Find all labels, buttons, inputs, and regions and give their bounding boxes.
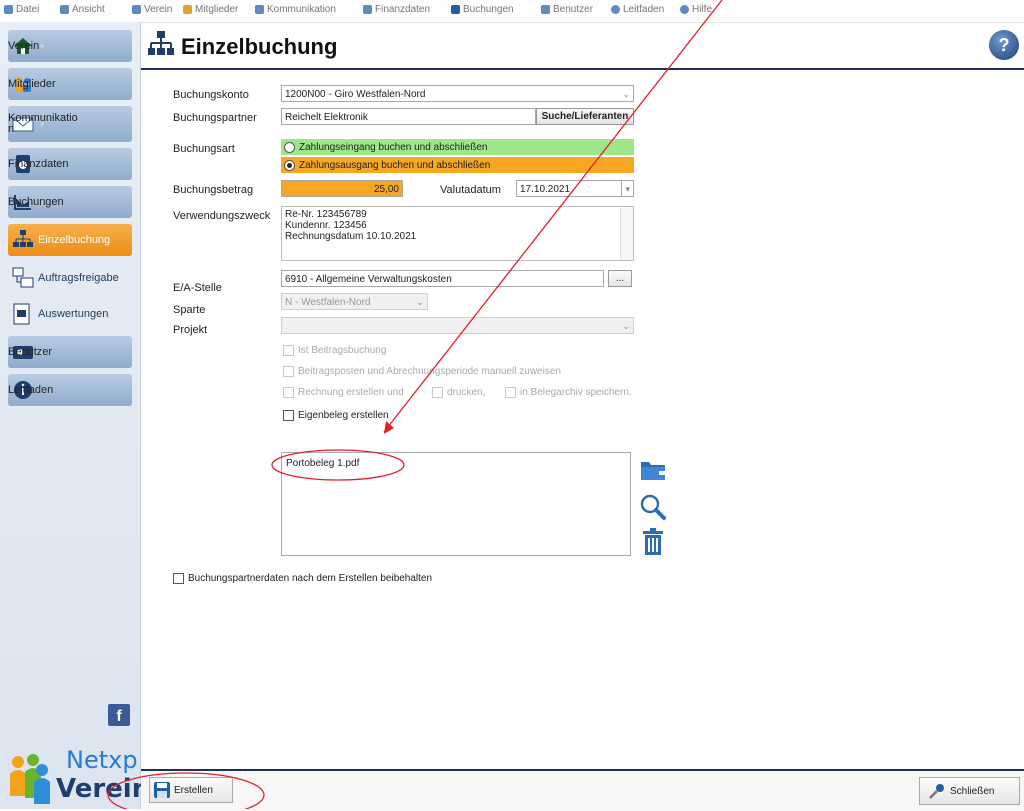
menu-mitglieder[interactable]: Mitglieder bbox=[183, 4, 238, 15]
eigenbeleg-checkbox[interactable]: Eigenbeleg erstellen bbox=[283, 410, 389, 421]
chevron-down-icon: ⌄ bbox=[622, 89, 630, 99]
sidebar-item-einzelbuchung[interactable]: Einzelbuchung bbox=[8, 224, 132, 256]
page-title: Einzelbuchung bbox=[181, 34, 338, 59]
trash-icon[interactable] bbox=[641, 528, 665, 556]
sidebar-item-benutzer[interactable]: Benutzer ▿ bbox=[8, 336, 132, 368]
buchungspartner-label: Buchungspartner bbox=[173, 112, 257, 124]
sidebar-item-leitfaden[interactable]: Leitfaden ▿ bbox=[8, 374, 132, 406]
valutadatum-label: Valutadatum bbox=[440, 184, 501, 196]
valutadatum-field[interactable]: 17.10.2021 ▾ bbox=[516, 180, 634, 197]
radio-unchecked-icon bbox=[284, 141, 295, 153]
bottom-bar: Erstellen Schließen bbox=[141, 769, 1024, 811]
menu-ansicht[interactable]: Ansicht bbox=[60, 4, 105, 15]
ea-stelle-browse-button[interactable]: ... bbox=[608, 270, 632, 287]
scrollbar[interactable] bbox=[620, 207, 633, 260]
user-icon bbox=[541, 5, 550, 14]
logo-figures-icon bbox=[10, 754, 50, 804]
annotation-arrowhead bbox=[384, 421, 394, 434]
attachment-list[interactable]: Portobeleg 1.pdf bbox=[281, 452, 631, 556]
projekt-select[interactable]: ⌄ bbox=[281, 317, 634, 334]
rechnung-erstellen-checkbox[interactable]: Rechnung erstellen und bbox=[283, 387, 404, 398]
sidebar-item-kommunikation[interactable]: Kommunikatio n ▿ bbox=[8, 106, 132, 142]
chart-icon bbox=[451, 5, 460, 14]
radio-checked-icon bbox=[284, 159, 295, 171]
sidebar: Verein ▿ Mitglieder ▿ Kommunikatio n ▿ Fina… bbox=[0, 22, 150, 809]
title-bar: Einzelbuchung ? bbox=[141, 26, 1024, 70]
home-icon bbox=[132, 5, 141, 14]
netxp-logo: Netxp Verein bbox=[0, 744, 150, 809]
sparte-label: Sparte bbox=[173, 304, 206, 316]
folder-icon[interactable] bbox=[639, 456, 667, 482]
sidebar-item-auftragsfreigabe[interactable]: Auftragsfreigabe bbox=[8, 262, 132, 294]
buchungskonto-label: Buchungskonto bbox=[173, 89, 249, 101]
attachment-item[interactable]: Portobeleg 1.pdf bbox=[286, 458, 359, 469]
help-icon bbox=[680, 5, 689, 14]
members-icon bbox=[183, 5, 192, 14]
sparte-select[interactable]: N - Westfalen-Nord ⌄ bbox=[281, 293, 428, 310]
chevron-down-icon: ⌄ bbox=[622, 321, 630, 331]
sidebar-item-auswertungen[interactable]: Auswertungen bbox=[8, 298, 132, 330]
facebook-icon[interactable]: f bbox=[108, 704, 130, 726]
info-icon bbox=[611, 5, 620, 14]
projekt-label: Projekt bbox=[173, 324, 208, 336]
erstellen-button[interactable]: Erstellen bbox=[149, 777, 233, 803]
report-icon bbox=[12, 303, 34, 325]
menu-hilfe[interactable]: Hilfe bbox=[680, 4, 712, 15]
sidebar-item-verein[interactable]: Verein ▿ bbox=[8, 30, 132, 62]
beitragsbuchung-checkbox[interactable]: Ist Beitragsbuchung bbox=[283, 345, 386, 356]
ea-stelle-label: E/A-Stelle bbox=[173, 282, 222, 294]
chevron-down-icon: ▾ bbox=[621, 181, 630, 196]
menu-kommunikation[interactable]: Kommunikation bbox=[255, 4, 336, 15]
approval-icon bbox=[12, 267, 34, 289]
verwendungszweck-textarea[interactable]: Re-Nr. 123456789 Kundennr. 123456 Rechnu… bbox=[281, 206, 634, 261]
abrechnungsperiode-checkbox[interactable]: Beitragsposten und Abrechnungsperiode ma… bbox=[283, 366, 561, 377]
buchungsbetrag-label: Buchungsbetrag bbox=[173, 184, 254, 196]
buchungskonto-select[interactable]: 1200N00 - Giro Westfalen-Nord ⌄ bbox=[281, 85, 634, 102]
save-icon bbox=[154, 782, 170, 798]
menu-benutzer[interactable]: Benutzer bbox=[541, 4, 593, 15]
sidebar-item-buchungen[interactable]: Buchungen ▿ bbox=[8, 186, 132, 218]
menu-buchungen[interactable]: Buchungen bbox=[451, 4, 514, 15]
search-icon[interactable] bbox=[639, 493, 667, 521]
booking-icon bbox=[148, 31, 174, 55]
menu-leitfaden[interactable]: Leitfaden bbox=[611, 4, 664, 15]
menu-verein[interactable]: Verein bbox=[132, 4, 172, 15]
chevron-down-icon: ⌄ bbox=[416, 297, 424, 307]
schliessen-button[interactable]: Schließen bbox=[919, 777, 1020, 805]
buchungsart-eingang-radio[interactable]: Zahlungseingang buchen und abschließen bbox=[281, 139, 634, 155]
menu-finanzdaten[interactable]: Finanzdaten bbox=[363, 4, 430, 15]
sidebar-item-mitglieder[interactable]: Mitglieder ▿ bbox=[8, 68, 132, 100]
file-icon bbox=[4, 5, 13, 14]
mail-icon bbox=[255, 5, 264, 14]
suche-lieferanten-button[interactable]: Suche/Lieferanten bbox=[536, 108, 634, 125]
belegarchiv-checkbox[interactable]: in Belegarchiv speichern. bbox=[505, 387, 632, 398]
booking-icon bbox=[12, 229, 34, 251]
ea-stelle-field[interactable]: 6910 - Allgemeine Verwaltungskosten bbox=[281, 270, 604, 287]
partnerdaten-behalten-checkbox[interactable]: Buchungspartnerdaten nach dem Erstellen … bbox=[173, 573, 432, 584]
chevron-down-icon: ▿ bbox=[40, 41, 45, 51]
drucken-checkbox[interactable]: drucken, bbox=[432, 387, 485, 398]
menu-bar: Datei Ansicht Verein Mitglieder Kommunik… bbox=[0, 0, 1024, 23]
help-icon[interactable]: ? bbox=[989, 30, 1019, 60]
sidebar-item-finanzdaten[interactable]: Finanzdaten ▿ bbox=[8, 148, 132, 180]
key-icon bbox=[929, 784, 944, 799]
finance-icon bbox=[363, 5, 372, 14]
buchungsart-ausgang-radio[interactable]: Zahlungsausgang buchen und abschließen bbox=[281, 157, 634, 173]
verwendungszweck-label: Verwendungszweck bbox=[173, 210, 271, 222]
buchungsbetrag-field[interactable]: 25,00 bbox=[281, 180, 403, 197]
buchungspartner-field[interactable]: Reichelt Elektronik bbox=[281, 108, 536, 125]
view-icon bbox=[60, 5, 69, 14]
menu-datei[interactable]: Datei bbox=[4, 4, 39, 15]
buchungsart-label: Buchungsart bbox=[173, 143, 235, 155]
